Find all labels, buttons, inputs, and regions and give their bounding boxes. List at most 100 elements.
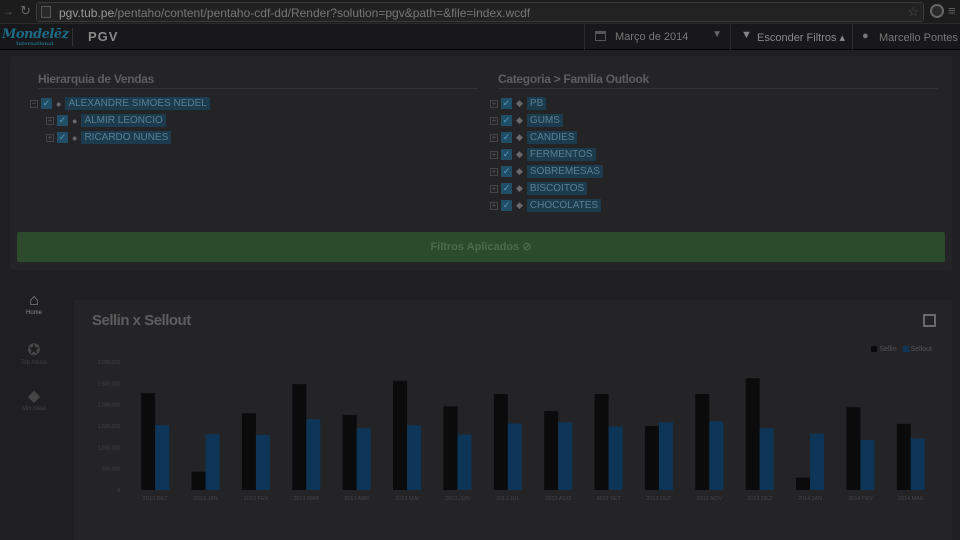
sidebar-item-home[interactable]: ⌂ Home: [10, 292, 58, 316]
person-icon: ●: [56, 98, 62, 109]
tree-node[interactable]: + ✓ ◆ BISCOITOS: [490, 181, 588, 196]
bar-sellin[interactable]: [241, 413, 256, 490]
bar-sellout[interactable]: [407, 425, 422, 490]
checkbox[interactable]: ✓: [501, 149, 512, 160]
expand-icon[interactable]: +: [46, 116, 54, 125]
filters-applied-button[interactable]: Filtros Aplicados ⊘: [17, 232, 945, 262]
bar-sellout[interactable]: [155, 425, 170, 490]
browser-toolbar: → ↻ pgv.tub.pe/pentaho/content/pentaho-c…: [0, 0, 960, 24]
bar-sellin[interactable]: [644, 426, 659, 490]
home-icon: ⌂: [29, 292, 39, 309]
tree-node[interactable]: + ✓ ◆ GUMS: [490, 113, 563, 128]
checkbox[interactable]: ✓: [501, 132, 512, 143]
expand-icon[interactable]: +: [490, 167, 498, 176]
expand-icon[interactable]: +: [490, 99, 498, 108]
bar-sellout[interactable]: [507, 423, 522, 490]
x-tick-label: 2013 MAR: [293, 496, 319, 502]
bar-sellin[interactable]: [191, 471, 206, 490]
browser-menu-icon[interactable]: ≡: [948, 3, 956, 18]
collapse-icon[interactable]: −: [30, 99, 38, 108]
tag-icon: ◆: [27, 388, 41, 405]
bar-sellout[interactable]: [306, 419, 321, 490]
extension-icon[interactable]: [930, 4, 944, 18]
expand-icon[interactable]: +: [46, 133, 54, 142]
tree-node[interactable]: + ✓ ◆ FERMENTOS: [490, 147, 596, 162]
bar-sellin[interactable]: [896, 423, 911, 490]
bar-sellin[interactable]: [443, 406, 458, 490]
checkbox[interactable]: ✓: [41, 98, 52, 109]
checkbox[interactable]: ✓: [501, 166, 512, 177]
tag-icon: ◆: [516, 166, 523, 176]
back-arrow-icon[interactable]: →: [2, 4, 14, 18]
bar-sellout[interactable]: [457, 434, 472, 490]
toggle-filters-label: Esconder Filtros ▴: [757, 32, 846, 44]
tree-node[interactable]: + ✓ ◆ CHOCOLATES: [490, 198, 602, 213]
bar-sellout[interactable]: [608, 426, 623, 490]
bar-sellin[interactable]: [594, 394, 609, 490]
tree-node[interactable]: + ✓ ◆ PB: [490, 96, 547, 111]
tree-node[interactable]: − ✓ ● ALEXANDRE SIMOES NEDEL: [30, 96, 210, 111]
expand-icon[interactable]: +: [490, 201, 498, 210]
bar-sellout[interactable]: [658, 422, 673, 490]
bar-sellin[interactable]: [141, 393, 156, 490]
tree-node[interactable]: + ✓ ◆ SOBREMESAS: [490, 164, 603, 179]
checkbox[interactable]: ✓: [57, 132, 68, 143]
expand-icon[interactable]: +: [490, 184, 498, 193]
bar-sellout[interactable]: [910, 438, 925, 490]
checkbox[interactable]: ✓: [57, 115, 68, 126]
checkbox[interactable]: ✓: [501, 98, 512, 109]
bar-sellout[interactable]: [860, 440, 875, 490]
bar-sellin[interactable]: [846, 407, 861, 490]
address-bar[interactable]: pgv.tub.pe/pentaho/content/pentaho-cdf-d…: [36, 2, 924, 22]
tree-node[interactable]: + ✓ ● RICARDO NUNES: [46, 130, 172, 145]
checkbox[interactable]: ✓: [501, 200, 512, 211]
bar-sellout[interactable]: [759, 428, 774, 490]
bar-sellout[interactable]: [558, 422, 573, 490]
expand-icon[interactable]: +: [490, 116, 498, 125]
date-filter-dropdown[interactable]: Março de 2014 ▼: [584, 24, 724, 50]
y-tick-label: 2,500,000: [98, 381, 120, 387]
filter-icon: ▼: [741, 29, 752, 41]
x-tick-label: 2013 DEZ: [143, 496, 168, 502]
bar-sellin[interactable]: [342, 414, 357, 490]
divider: [72, 28, 73, 46]
bar-sellin[interactable]: [796, 477, 811, 490]
date-filter-label: Março de 2014: [615, 31, 689, 43]
bar-sellout[interactable]: [709, 421, 724, 490]
x-tick-label: 2014 FEV: [848, 496, 873, 502]
tree-node[interactable]: + ✓ ◆ CANDIES: [490, 130, 578, 145]
bar-chart: 0 500,000 1,000,000 1,500,000 2,000,000 2,500…: [98, 360, 925, 502]
y-tick-label: 500,000: [102, 467, 120, 473]
tag-icon: ◆: [516, 200, 523, 210]
bar-sellin[interactable]: [493, 394, 508, 490]
checkbox[interactable]: ✓: [501, 115, 512, 126]
bar-sellin[interactable]: [393, 380, 408, 490]
x-tick-label: 2014 JAN: [798, 496, 822, 502]
app-name: PGV: [88, 29, 119, 44]
reload-icon[interactable]: ↻: [20, 3, 31, 19]
sidebar-item-top-ativos[interactable]: ✪ Top Ativos: [10, 340, 58, 366]
bar-sellin[interactable]: [292, 384, 307, 490]
bar-sellout[interactable]: [205, 434, 220, 490]
y-tick-label: 3,000,000: [98, 360, 120, 366]
checkbox[interactable]: ✓: [501, 183, 512, 194]
bar-sellin[interactable]: [544, 411, 559, 490]
bar-sellin[interactable]: [695, 394, 710, 490]
tag-icon: ◆: [516, 115, 523, 125]
bookmark-star-icon[interactable]: ☆: [907, 4, 919, 20]
brand-logo[interactable]: Mondelēz International: [2, 27, 69, 47]
url-text: pgv.tub.pe/pentaho/content/pentaho-cdf-d…: [59, 6, 531, 20]
bar-sellout[interactable]: [810, 433, 825, 490]
bar-sellout[interactable]: [255, 434, 270, 490]
bar-sellin[interactable]: [745, 378, 760, 490]
toggle-filters-button[interactable]: ▼ Esconder Filtros ▴: [730, 24, 850, 50]
bar-sellout[interactable]: [356, 428, 371, 490]
sidebar-item-label: Mix Ideal: [21, 406, 46, 412]
expand-icon[interactable]: +: [490, 133, 498, 142]
tree-node[interactable]: + ✓ ● ALMIR LEONCIO: [46, 113, 166, 128]
sidebar: ⌂ Home ✪ Top Ativos ◆ Mix Ideal: [10, 286, 58, 540]
expand-icon[interactable]: +: [490, 150, 498, 159]
caret-down-icon: ▼: [712, 29, 722, 40]
user-menu[interactable]: ● Marcello Pontes ▾: [852, 24, 960, 50]
sidebar-item-mix-ideal[interactable]: ◆ Mix Ideal: [10, 386, 58, 412]
